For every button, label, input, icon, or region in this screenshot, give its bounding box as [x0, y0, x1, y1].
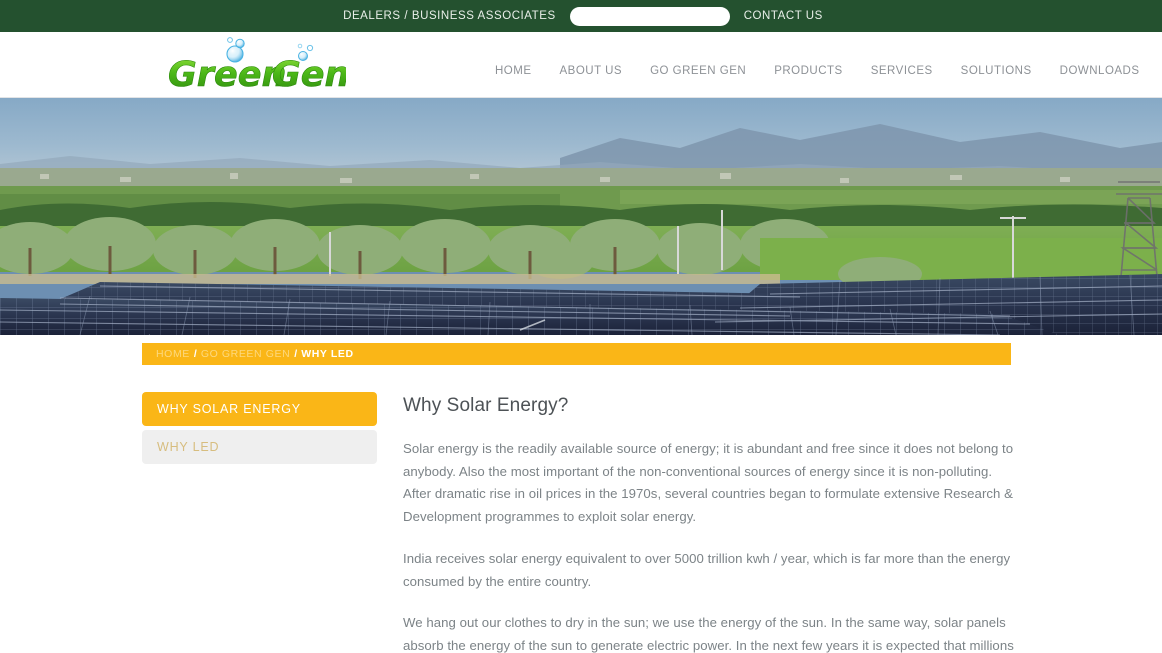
svg-text:Gen: Gen [272, 55, 346, 95]
breadcrumb-item-home[interactable]: HOME [156, 348, 190, 360]
hero-banner-solar-farm [0, 98, 1162, 335]
site-header: Green Gen HOME ABOUT US GO GREEN GEN PRO… [0, 32, 1162, 98]
contact-us-link[interactable]: CONTACT US [744, 10, 823, 22]
top-utility-bar: DEALERS / BUSINESS ASSOCIATES CONTACT US [0, 0, 1162, 32]
search-input[interactable] [569, 6, 730, 26]
article-paragraph-3: We hang out our clothes to dry in the su… [403, 615, 1014, 653]
dealers-business-associates-link[interactable]: DEALERS / BUSINESS ASSOCIATES [343, 10, 556, 22]
breadcrumb-separator-1: / [193, 348, 197, 360]
page-content: HOME / GO GREEN GEN / WHY LED WHY SOLAR … [0, 335, 1162, 653]
breadcrumb: HOME / GO GREEN GEN / WHY LED [142, 343, 1011, 365]
sidebar-item-why-solar-energy[interactable]: WHY SOLAR ENERGY [142, 392, 377, 426]
body-row: WHY SOLAR ENERGY WHY LED Why Solar Energ… [142, 392, 1162, 653]
nav-about-us[interactable]: ABOUT US [546, 66, 637, 78]
nav-home[interactable]: HOME [495, 66, 546, 78]
sidebar-item-why-led[interactable]: WHY LED [142, 430, 377, 464]
article-paragraph-1: Solar energy is the readily available so… [403, 441, 1014, 525]
nav-go-green-gen[interactable]: GO GREEN GEN [636, 66, 760, 78]
nav-products[interactable]: PRODUCTS [760, 66, 857, 78]
sidebar-navigation: WHY SOLAR ENERGY WHY LED [142, 392, 377, 468]
nav-downloads[interactable]: DOWNLOADS [1046, 66, 1154, 78]
nav-services[interactable]: SERVICES [857, 66, 947, 78]
breadcrumb-item-go-green-gen[interactable]: GO GREEN GEN [201, 348, 290, 360]
breadcrumb-separator-2: / [294, 348, 298, 360]
article-paragraph-2: India receives solar energy equivalent t… [403, 550, 1011, 589]
page-title: Why Solar Energy? [403, 395, 569, 416]
logo-green-gen[interactable]: Green Gen [166, 36, 350, 96]
breadcrumb-current-why-led: WHY LED [301, 348, 354, 360]
main-navigation: HOME ABOUT US GO GREEN GEN PRODUCTS SERV… [495, 32, 1154, 98]
svg-text:Green: Green [168, 55, 286, 95]
article-why-solar-energy: Why Solar Energy? Solar energy is the re… [377, 392, 1017, 653]
top-utility-inner: DEALERS / BUSINESS ASSOCIATES CONTACT US [343, 6, 823, 26]
nav-solutions[interactable]: SOLUTIONS [947, 66, 1046, 78]
